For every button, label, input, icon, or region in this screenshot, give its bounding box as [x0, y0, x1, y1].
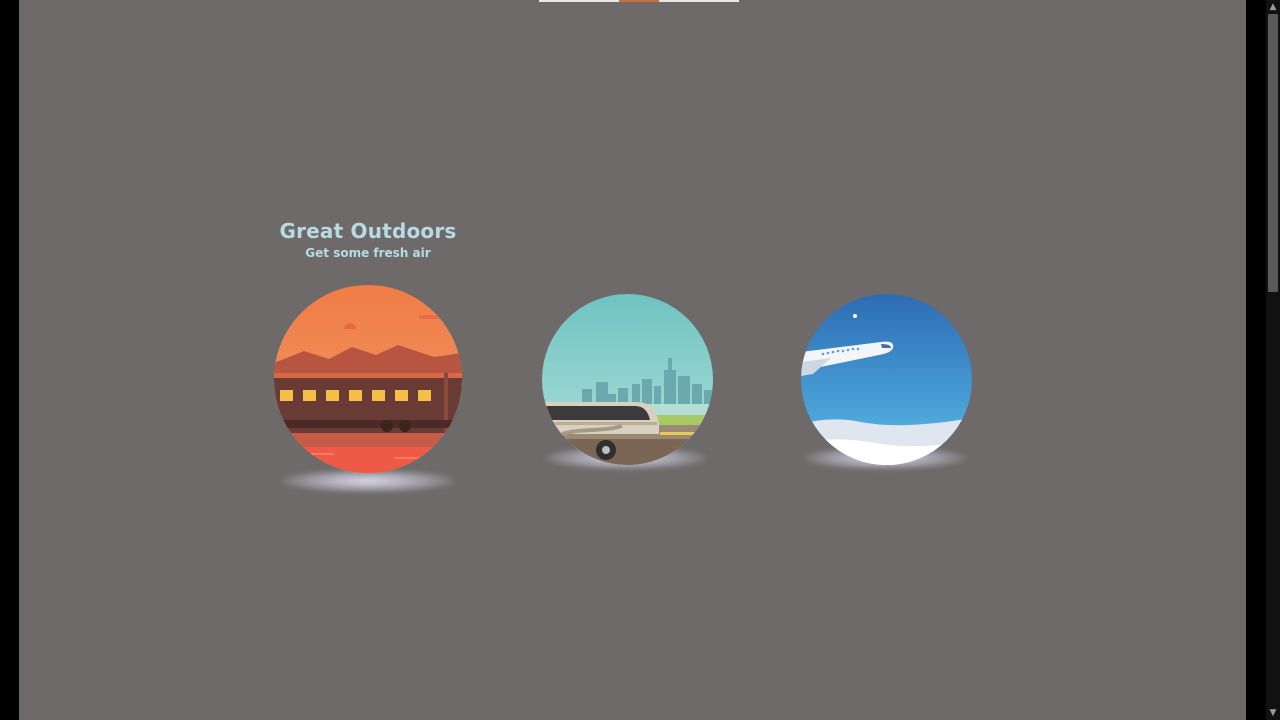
- card-train[interactable]: [274, 285, 464, 500]
- card-caption: Great Outdoors Get some fresh air: [274, 219, 462, 260]
- card-plane[interactable]: [801, 294, 973, 479]
- scroll-down-icon[interactable]: ▼: [1266, 706, 1280, 720]
- plane-clouds-icon: [801, 294, 972, 465]
- scroll-up-icon[interactable]: ▲: [1266, 0, 1280, 14]
- top-strip: [539, 0, 739, 2]
- card-subtitle: Get some fresh air: [305, 246, 431, 260]
- card-bus[interactable]: [542, 294, 714, 479]
- bus-city-icon: [542, 294, 713, 465]
- page: Great Outdoors Get some fresh air: [19, 0, 1246, 720]
- train-sunset-icon: [274, 285, 462, 473]
- card-title: Great Outdoors: [279, 219, 457, 243]
- scrollbar-thumb[interactable]: [1268, 14, 1278, 292]
- vertical-scrollbar[interactable]: ▲ ▼: [1266, 0, 1280, 720]
